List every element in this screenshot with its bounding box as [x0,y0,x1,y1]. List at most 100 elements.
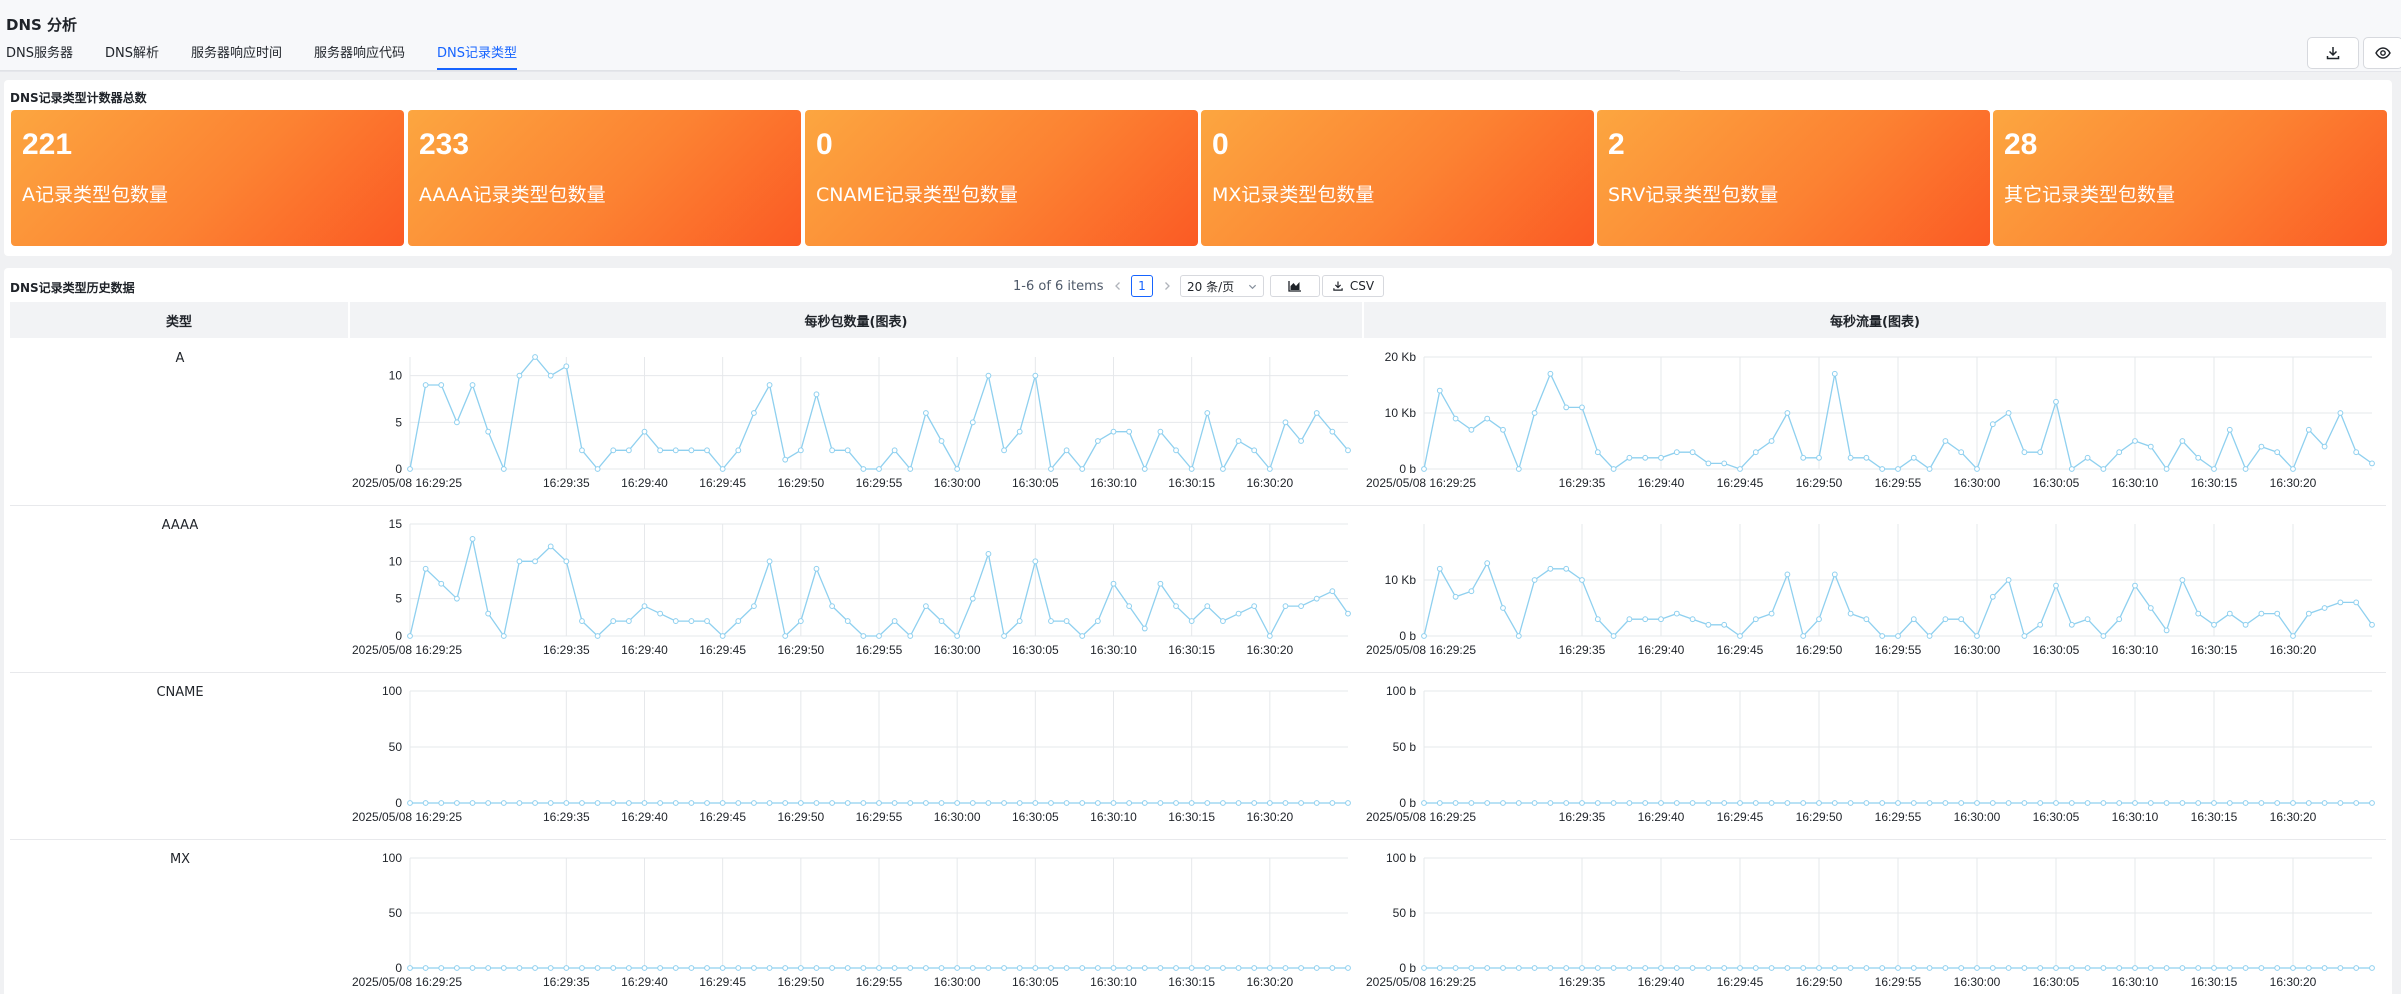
data-point[interactable] [2337,965,2344,971]
data-point[interactable] [1705,800,1712,806]
data-point[interactable] [1563,565,1570,572]
data-point[interactable] [485,965,492,971]
column-header-bps[interactable]: 每秒流量(图表) [1364,302,2386,338]
data-point[interactable] [2274,449,2281,456]
data-point[interactable] [2195,610,2202,617]
data-point[interactable] [594,800,601,806]
data-point[interactable] [1204,965,1211,971]
data-point[interactable] [1879,633,1886,639]
data-point[interactable] [1879,466,1886,472]
data-point[interactable] [500,466,507,472]
data-point[interactable] [1016,618,1023,624]
data-point[interactable] [1484,800,1491,806]
data-point[interactable] [1079,965,1086,971]
data-point[interactable] [2084,616,2091,623]
data-point[interactable] [2369,965,2375,971]
data-point[interactable] [985,550,992,557]
data-point[interactable] [1484,415,1491,422]
data-point[interactable] [1048,965,1054,971]
data-point[interactable] [1705,965,1712,971]
data-point[interactable] [797,447,804,454]
data-point[interactable] [469,800,476,806]
data-point[interactable] [985,800,992,806]
data-point[interactable] [2321,443,2328,450]
data-point[interactable] [1563,404,1570,411]
chart-mx-bps[interactable]: 0 b 50 b 100 b 2025/05/08 16:29:25 16:29:35 1… [1364,846,2386,994]
data-point[interactable] [1689,965,1696,971]
data-point[interactable] [2132,582,2138,589]
data-point[interactable] [2290,466,2296,472]
data-point[interactable] [923,800,929,806]
data-point[interactable] [1594,965,1601,971]
data-point[interactable] [1188,800,1195,806]
data-point[interactable] [797,800,804,806]
data-point[interactable] [1048,618,1054,624]
tab-response-time[interactable]: 服务器响应时间 [191,44,282,70]
data-point[interactable] [704,618,710,624]
data-point[interactable] [1313,800,1320,806]
tab-record-type[interactable]: DNS记录类型 [437,44,518,70]
data-point[interactable] [954,633,961,639]
data-point[interactable] [1016,800,1023,806]
data-point[interactable] [1126,800,1133,806]
data-point[interactable] [1452,415,1459,422]
data-point[interactable] [2068,965,2075,971]
data-point[interactable] [672,447,679,454]
data-point[interactable] [1721,460,1728,467]
data-point[interactable] [1032,558,1039,565]
data-point[interactable] [1705,621,1712,628]
data-point[interactable] [438,800,445,806]
data-point[interactable] [1436,565,1443,572]
data-point[interactable] [1515,466,1522,472]
data-point[interactable] [860,466,867,472]
data-point[interactable] [1094,800,1101,806]
chart-toggle-button[interactable] [1270,275,1320,297]
data-point[interactable] [1251,603,1258,610]
data-point[interactable] [1484,965,1491,971]
data-point[interactable] [1468,426,1475,433]
data-point[interactable] [2021,449,2028,456]
data-point[interactable] [1974,800,1980,806]
data-point[interactable] [1500,965,1506,971]
data-point[interactable] [829,447,836,454]
data-point[interactable] [407,800,413,806]
data-point[interactable] [1863,965,1870,971]
data-point[interactable] [1847,454,1854,461]
data-point[interactable] [2021,633,2028,639]
data-point[interactable] [1421,466,1427,472]
data-point[interactable] [1563,800,1570,806]
data-point[interactable] [1658,800,1664,806]
data-point[interactable] [954,965,961,971]
data-point[interactable] [563,965,570,971]
data-point[interactable] [782,456,789,463]
data-point[interactable] [1673,610,1680,617]
data-point[interactable] [1484,560,1491,567]
data-point[interactable] [485,428,492,435]
data-point[interactable] [2068,800,2075,806]
data-point[interactable] [516,372,523,379]
data-point[interactable] [907,466,914,472]
data-point[interactable] [938,438,945,444]
data-point[interactable] [923,410,929,416]
data-point[interactable] [641,800,648,806]
data-point[interactable] [2116,616,2123,623]
data-point[interactable] [735,447,742,454]
data-point[interactable] [2068,621,2075,628]
data-point[interactable] [719,800,726,806]
data-point[interactable] [1204,603,1211,610]
data-point[interactable] [876,800,882,806]
data-point[interactable] [2116,965,2123,971]
data-point[interactable] [1110,580,1117,587]
data-point[interactable] [1547,370,1554,377]
data-point[interactable] [1266,633,1273,639]
data-point[interactable] [1126,603,1133,610]
view-button[interactable] [2363,37,2401,69]
data-point[interactable] [1689,616,1696,623]
data-point[interactable] [1345,447,1351,454]
data-point[interactable] [735,800,742,806]
data-point[interactable] [2369,460,2375,467]
data-point[interactable] [1063,618,1070,624]
data-point[interactable] [1705,460,1712,467]
data-point[interactable] [2290,633,2296,639]
data-point[interactable] [1436,387,1443,394]
